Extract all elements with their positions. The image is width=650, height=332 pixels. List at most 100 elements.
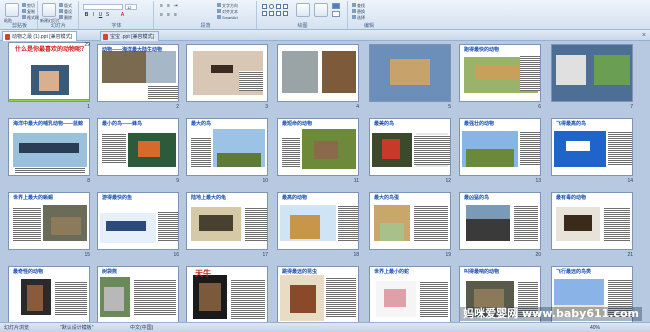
layout-button[interactable]: 版式 <box>59 3 72 8</box>
shape-triangle-icon[interactable] <box>262 11 267 16</box>
shape-fill-icon[interactable] <box>332 3 340 9</box>
text-direction-button[interactable]: 文字方向 <box>217 3 238 8</box>
format-painter-label: 格式刷 <box>27 15 39 20</box>
slide-thumbnail[interactable]: 最大的鸟 <box>186 118 268 176</box>
slide-thumbnail[interactable]: 飞得最高的鸟 <box>551 118 633 176</box>
slide-thumbnail[interactable]: 最小的鸟——蜂鸟 <box>97 118 179 176</box>
slide-title: 跳得最远的昆虫 <box>282 269 318 275</box>
indent-icon[interactable]: ⇥ <box>173 4 178 9</box>
slide-number: 29 <box>84 42 90 48</box>
align-center-icon[interactable]: ≡ <box>166 13 171 18</box>
slide-title: 最短命的动物 <box>282 121 313 127</box>
slide-picture <box>217 153 261 167</box>
align-right-icon[interactable]: ≡ <box>173 13 178 18</box>
slide-thumbnail[interactable]: 最强壮的动物 <box>459 118 541 176</box>
slide-thumbnail[interactable]: 最奇怪的动物 <box>8 266 90 322</box>
shape-star-icon[interactable] <box>269 11 274 16</box>
bold-button[interactable]: B <box>84 13 89 18</box>
shape-oval-icon[interactable] <box>269 4 274 9</box>
slide-thumbnail[interactable]: 最凶猛的鸟 <box>459 192 541 250</box>
ribbon-group-clipboard: 剪切 复制 格式刷 粘贴 剪贴板 <box>2 1 39 29</box>
slide-thumbnail[interactable]: 海洋中最大的哺乳动物——蓝鲸 <box>8 118 90 176</box>
font-name-select[interactable] <box>83 4 123 10</box>
shadow-button[interactable]: S <box>105 13 110 18</box>
slide-number: 8 <box>87 178 90 184</box>
tab-document-1[interactable]: 动物之最 (1).ppt [兼容模式] <box>2 31 78 41</box>
numbering-icon[interactable]: ≡ <box>166 4 171 9</box>
slide-thumbnail[interactable]: 最有毒的动物 <box>551 192 633 250</box>
shape-arrow-icon[interactable] <box>283 4 288 9</box>
reset-button[interactable]: 重设 <box>59 9 72 14</box>
bullets-icon[interactable]: ≡ <box>159 4 164 9</box>
slide-thumbnail[interactable]: 树袋熊 <box>97 266 179 322</box>
slide-thumbnail[interactable] <box>369 44 451 102</box>
replace-button[interactable]: 替换 <box>352 9 365 14</box>
shape-line-icon[interactable] <box>276 4 281 9</box>
font-color-button[interactable]: A <box>120 13 125 18</box>
slide-number: 7 <box>630 104 633 110</box>
slide-thumbnail[interactable]: 什么是你最喜欢的动物呢？ <box>8 42 90 100</box>
tab-document-2[interactable]: 宝宝 .ppt [兼容模式] <box>100 31 159 41</box>
slide-thumbnail[interactable]: 最短命的动物 <box>277 118 359 176</box>
slide-thumbnail[interactable]: 最大的鸟蛋 <box>369 192 451 250</box>
shape-rectangle-icon[interactable] <box>262 4 267 9</box>
shape-brace-icon[interactable] <box>283 11 288 16</box>
slide-body-text <box>520 55 540 91</box>
slide-thumbnail[interactable]: 最美的鸟 <box>369 118 451 176</box>
smartart-button[interactable]: SmartArt <box>217 15 238 20</box>
slide-title: 最大的鸟蛋 <box>374 195 400 201</box>
slide-title: 最小的鸟——蜂鸟 <box>102 121 143 127</box>
format-painter-button[interactable]: 格式刷 <box>22 15 39 20</box>
copy-label: 复制 <box>27 9 35 14</box>
slide-thumbnail[interactable]: 游得最快的鱼 <box>97 192 179 250</box>
slide-thumbnail[interactable]: 世界上最小的蛇 <box>369 266 451 322</box>
close-icon[interactable]: × <box>642 31 646 41</box>
cut-button[interactable]: 剪切 <box>22 3 35 8</box>
zoom-level[interactable]: 40% <box>590 325 600 331</box>
status-language: 中文(中国) <box>130 325 154 331</box>
slide-thumbnail[interactable]: 跑得最快的动物 <box>459 44 541 102</box>
italic-button[interactable]: I <box>91 13 96 18</box>
select-button[interactable]: 选择 <box>352 15 365 20</box>
shape-outline-icon[interactable] <box>332 11 340 17</box>
slide-picture <box>104 287 124 311</box>
align-left-icon[interactable]: ≡ <box>159 13 164 18</box>
slide-thumbnail[interactable] <box>186 44 268 102</box>
ppt-file-icon <box>5 34 10 40</box>
slide-picture <box>382 139 400 159</box>
slide-thumbnail[interactable] <box>551 44 633 102</box>
new-slide-button[interactable] <box>42 3 56 17</box>
slide-body-text <box>520 131 540 165</box>
reset-label: 重设 <box>64 9 72 14</box>
align-text-label: 对齐文本 <box>222 9 238 14</box>
delete-slide-button[interactable]: 删除 <box>59 15 72 20</box>
slide-body-text <box>604 207 630 241</box>
slide-title: 动物——海洋最大陆生动物 <box>102 47 163 53</box>
slide-thumbnail[interactable]: 最高的动物 <box>277 192 359 250</box>
find-button[interactable]: 查找 <box>352 3 365 8</box>
slide-picture <box>27 285 43 311</box>
slide-picture <box>138 141 160 157</box>
font-size-select[interactable]: 12 <box>125 4 137 10</box>
slide-thumbnail[interactable]: 跳得最远的昆虫 <box>277 266 359 322</box>
quick-styles-button[interactable] <box>314 3 328 17</box>
arrange-button[interactable] <box>296 3 310 17</box>
copy-button[interactable]: 复制 <box>22 9 35 14</box>
slide-thumbnail[interactable]: 天牛 <box>186 266 268 322</box>
slides-group-label: 幻灯片 <box>50 23 66 29</box>
shape-callout-icon[interactable] <box>276 11 281 16</box>
slide-thumbnail[interactable]: 世界上最大的蜥蜴 <box>8 192 90 250</box>
paste-button[interactable] <box>5 3 19 17</box>
slide-title: 跑得最快的动物 <box>464 47 500 53</box>
slide-number: 18 <box>353 252 359 258</box>
slide-body-text <box>282 137 300 167</box>
align-text-button[interactable]: 对齐文本 <box>217 9 238 14</box>
slide-thumbnail[interactable]: 动物——海洋最大陆生动物 <box>97 44 179 102</box>
slide-thumbnail[interactable]: 陆地上最大的龟 <box>186 192 268 250</box>
text-direction-label: 文字方向 <box>222 3 238 8</box>
slide-body-text <box>326 277 356 317</box>
slide-thumbnail[interactable] <box>277 44 359 102</box>
underline-button[interactable]: U <box>98 13 103 18</box>
slide-picture <box>290 215 320 239</box>
slide-picture <box>594 55 630 85</box>
